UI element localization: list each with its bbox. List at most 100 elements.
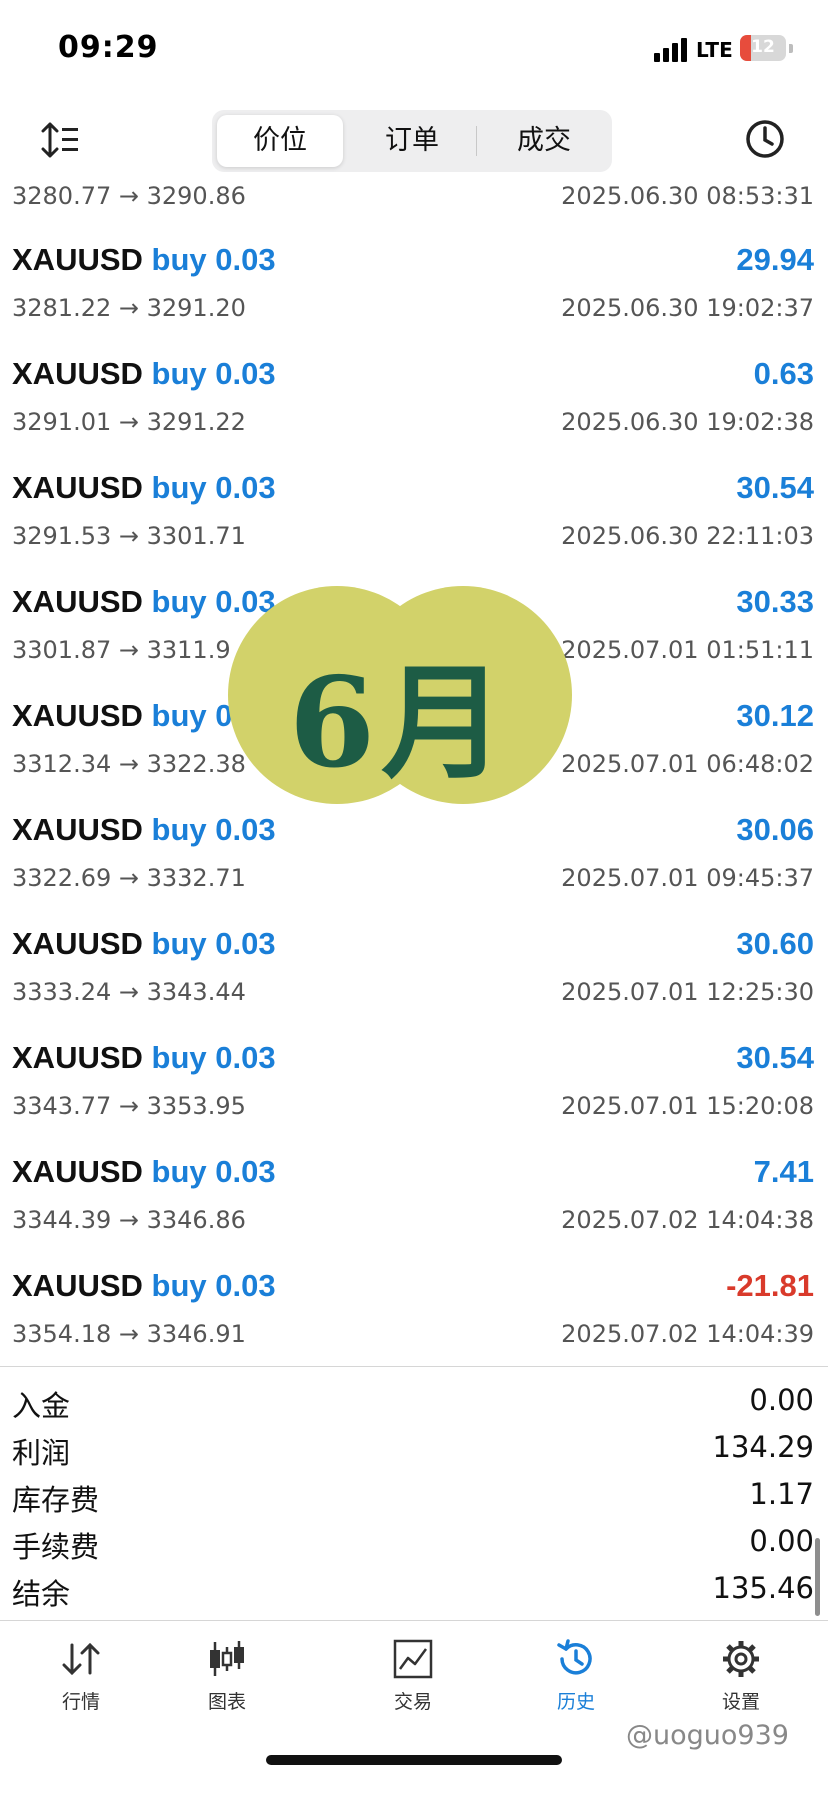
deal-profit: 30.12 [736,698,814,733]
summary-value: 135.46 [712,1571,814,1605]
summary-value: 0.00 [749,1383,814,1417]
deal-symbol: XAUUSD [12,1268,143,1303]
deal-side: buy 0.03 [151,926,276,961]
status-bar: 09:29 LTE 12 [0,0,828,100]
summary-value: 0.00 [749,1524,814,1558]
tab-positions[interactable]: 价位 [217,115,343,167]
deal-datetime: 2025.07.01 15:20:08 [561,1092,814,1120]
quotes-arrows-icon [62,1642,100,1676]
summary-value: 134.29 [712,1430,814,1464]
deal-datetime: 2025.06.30 22:11:03 [561,522,814,550]
tab-history-label: 历史 [556,1691,595,1713]
deal-profit: 30.54 [736,470,814,505]
summary-label: 结余 [12,1577,71,1611]
deal-profit: -21.81 [726,1268,814,1303]
deal-prices: 3291.53 → 3301.71 [12,522,246,550]
network-type: LTE [696,38,733,62]
tab-orders[interactable]: 订单 [349,115,475,167]
deal-title: XAUUSD buy 0.03 [12,812,276,848]
deal-symbol: XAUUSD [12,1154,143,1189]
deal-title: XAUUSD buy 0.03 [12,1040,276,1076]
status-time: 09:29 [58,30,159,65]
deal-symbol: XAUUSD [12,584,143,619]
scroll-indicator[interactable] [815,1538,820,1616]
list-item[interactable]: XAUUSD buy 0.03 30.06 3322.69 → 3332.71 202… [0,790,828,904]
deal-prices: 3281.22 → 3291.20 [12,294,246,322]
cellular-signal-icon [654,38,688,62]
deal-prices: 3333.24 → 3343.44 [12,978,246,1006]
tab-settings[interactable]: 设置 [686,1639,796,1729]
deal-title: XAUUSD buy 0.03 [12,470,276,506]
deal-side: buy 0.03 [151,1040,276,1075]
summary-row: 入金 0.00 [0,1379,828,1426]
summary-label: 入金 [12,1389,71,1423]
deal-prices: 3343.77 → 3353.95 [12,1092,246,1120]
list-item[interactable]: 3280.77 → 3290.86 2025.06.30 08:53:31 [0,182,828,220]
deal-datetime: 2025.06.30 19:02:38 [561,408,814,436]
deal-profit: 7.41 [753,1154,814,1189]
deal-prices: 3322.69 → 3332.71 [12,864,246,892]
deal-profit: 30.06 [736,812,814,847]
list-item[interactable]: XAUUSD buy 0.03 7.41 3344.39 → 3346.86 2025… [0,1132,828,1246]
tab-history[interactable]: 历史 [521,1639,631,1729]
summary-row: 手续费 0.00 [0,1520,828,1567]
deal-title: XAUUSD buy 0.03 [12,242,276,278]
tab-settings-label: 设置 [721,1691,760,1713]
list-item[interactable]: XAUUSD buy 0.03 -21.81 3354.18 → 3346.91 20… [0,1246,828,1360]
list-item[interactable]: XAUUSD buy 0.03 29.94 3281.22 → 3291.20 202… [0,220,828,334]
period-button[interactable] [744,118,786,160]
summary-label: 手续费 [12,1530,100,1564]
battery-level: 12 [751,37,775,57]
summary-value: 1.17 [749,1477,814,1511]
deal-profit: 30.33 [736,584,814,619]
deal-prices: 3301.87 → 3311.9 [12,636,231,664]
deal-symbol: XAUUSD [12,812,143,847]
segmented-control: 价位 订单 成交 [212,110,612,172]
deal-symbol: XAUUSD [12,698,143,733]
deal-side: buy 0.03 [151,1154,276,1189]
deal-prices: 3344.39 → 3346.86 [12,1206,246,1234]
summary-row: 库存费 1.17 [0,1473,828,1520]
tab-chart-label: 图表 [207,1691,246,1713]
home-indicator[interactable] [266,1755,562,1765]
clock-icon [746,120,784,158]
summary-label: 利润 [12,1436,71,1470]
candlestick-chart-icon [210,1641,244,1676]
deal-prices: 3291.01 → 3291.22 [12,408,246,436]
sort-button[interactable] [40,120,84,160]
summary-label: 库存费 [12,1483,100,1517]
deal-symbol: XAUUSD [12,926,143,961]
battery-icon: 12 [740,35,786,61]
deal-side: buy 0.03 [151,812,276,847]
list-item[interactable]: XAUUSD buy 0.03 30.60 3333.24 → 3343.44 202… [0,904,828,1018]
trade-chart-icon [393,1639,433,1679]
tab-trade[interactable]: 交易 [358,1639,468,1729]
tab-quotes[interactable]: 行情 [26,1639,136,1729]
deal-profit: 30.60 [736,926,814,961]
summary-panel: 入金 0.00 利润 134.29 库存费 1.17 手续费 0.00 结余 135.46 [0,1366,828,1614]
list-item[interactable]: XAUUSD buy 0.03 30.54 3343.77 → 3353.95 202… [0,1018,828,1132]
deal-symbol: XAUUSD [12,356,143,391]
deal-side: buy 0.03 [151,470,276,505]
deal-symbol: XAUUSD [12,1040,143,1075]
deal-profit: 29.94 [736,242,814,277]
deal-profit: 0.63 [753,356,814,391]
deal-datetime: 2025.06.30 08:53:31 [561,182,814,210]
deal-title: XAUUSD buy 0.03 [12,926,276,962]
deal-prices: 3312.34 → 3322.38 [12,750,246,778]
list-item[interactable]: XAUUSD buy 0.03 30.54 3291.53 → 3301.71 202… [0,448,828,562]
tab-deals[interactable]: 成交 [481,115,607,167]
deal-datetime: 2025.07.01 06:48:02 [561,750,814,778]
list-item[interactable]: XAUUSD buy 0.03 0.63 3291.01 → 3291.22 2025… [0,334,828,448]
deal-side: buy 0.03 [151,1268,276,1303]
history-icon [557,1639,592,1675]
deal-title: XAUUSD buy 0.03 [12,1268,276,1304]
deal-datetime: 2025.07.01 12:25:30 [561,978,814,1006]
watermark-text: @uoguo939 [626,1720,789,1751]
deal-prices: 3354.18 → 3346.91 [12,1320,246,1348]
tab-chart[interactable]: 图表 [172,1639,282,1729]
deal-datetime: 2025.06.30 19:02:37 [561,294,814,322]
deal-datetime: 2025.07.01 01:51:11 [561,636,814,664]
deal-datetime: 2025.07.01 09:45:37 [561,864,814,892]
settings-gear-icon [723,1641,759,1677]
